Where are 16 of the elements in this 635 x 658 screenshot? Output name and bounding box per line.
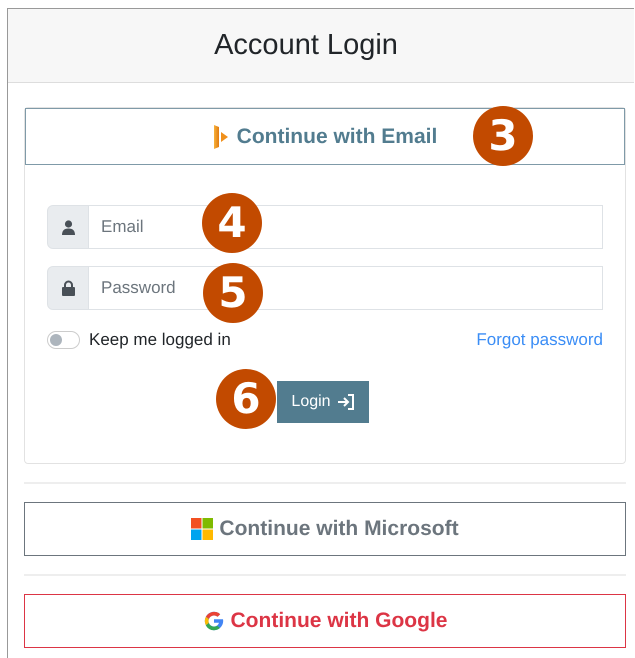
login-icon bbox=[336, 394, 355, 410]
continue-with-google-button[interactable]: Continue with Google bbox=[24, 594, 626, 648]
google-logo-icon bbox=[202, 610, 224, 632]
user-icon bbox=[62, 220, 74, 234]
microsoft-logo-icon bbox=[191, 518, 214, 540]
continue-with-microsoft-button[interactable]: Continue with Microsoft bbox=[24, 502, 626, 556]
callout-marker: 5 bbox=[203, 263, 263, 323]
lock-icon bbox=[62, 280, 74, 296]
page-title: Account Login bbox=[214, 28, 398, 63]
callout-marker: 6 bbox=[216, 368, 276, 428]
play-logo-icon bbox=[212, 124, 229, 150]
keep-logged-in-label: Keep me logged in bbox=[89, 329, 231, 351]
login-button[interactable]: Login bbox=[277, 380, 369, 422]
toggle-switch[interactable] bbox=[47, 330, 80, 349]
callout-marker: 4 bbox=[202, 193, 262, 253]
forgot-password-link[interactable]: Forgot password bbox=[476, 327, 603, 352]
